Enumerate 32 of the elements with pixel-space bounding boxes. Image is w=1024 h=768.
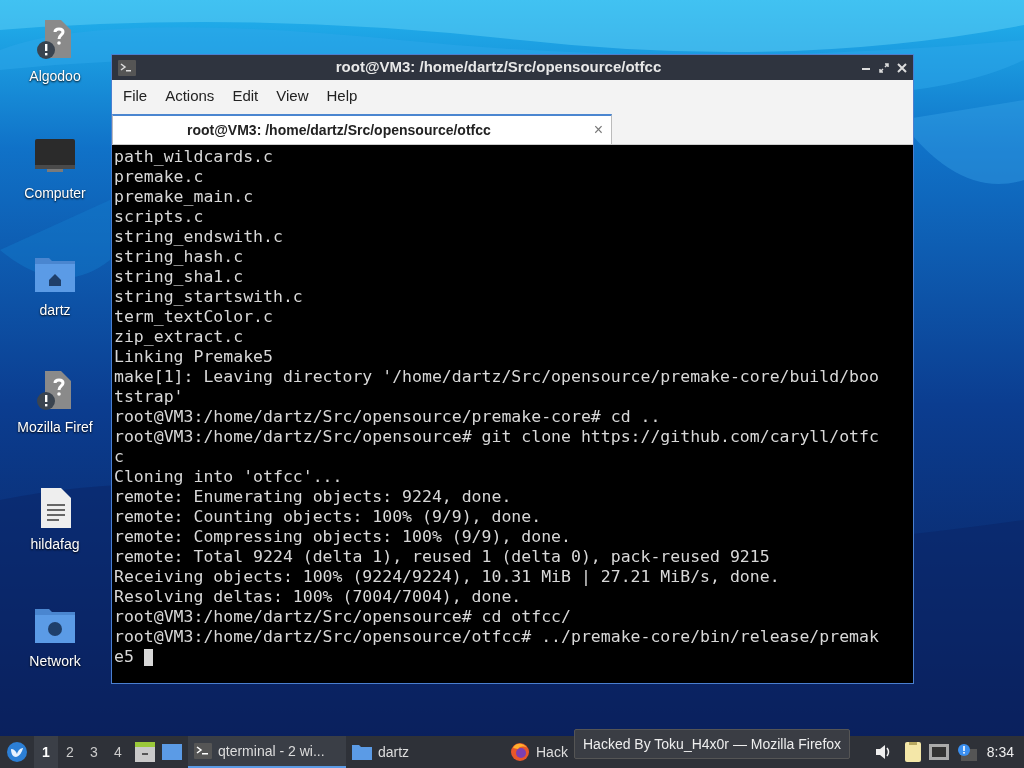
terminal-line: string_hash.c xyxy=(114,247,244,267)
terminal-line: string_startswith.c xyxy=(114,287,303,307)
terminal-line: tstrap' xyxy=(114,387,184,407)
terminal-line: remote: Total 9224 (delta 1), reused 1 (delta 0), pack-reused 9215 xyxy=(114,547,770,567)
terminal-line: term_textColor.c xyxy=(114,307,273,327)
terminal-line: scripts.c xyxy=(114,207,204,227)
terminal-line: Linking Premake5 xyxy=(114,347,273,367)
task-label: Hack xyxy=(536,742,568,762)
terminal-line: e5 xyxy=(114,647,135,667)
terminal-line: Resolving deltas: 100% (7004/7004), done. xyxy=(114,587,522,607)
window-title: root@VM3: /home/dartz/Src/opensource/otfcc xyxy=(334,57,663,78)
terminal-line: path_wildcards.c xyxy=(114,147,273,167)
terminal-line: root@VM3:/home/dartz/Src/opensource/otfcc# ../premake-core/bin/release/premak xyxy=(114,627,879,647)
terminal-line: Cloning into 'otfcc'... xyxy=(114,467,343,487)
tab-title: root@VM3: /home/dartz/Src/opensource/otfcc xyxy=(187,120,492,140)
terminal-line: c xyxy=(114,447,124,467)
terminal-line: premake.c xyxy=(114,167,204,187)
task-label: dartz xyxy=(378,742,410,762)
terminal-line: string_endswith.c xyxy=(114,227,283,247)
terminal-line: zip_extract.c xyxy=(114,327,244,347)
terminal-line: premake_main.c xyxy=(114,187,254,207)
terminal-line: root@VM3:/home/dartz/Src/opensource# cd otfcc/ xyxy=(114,607,571,627)
terminal-line: string_sha1.c xyxy=(114,267,244,287)
tooltip-text: Hacked By Toku_H4x0r — Mozilla Firefox xyxy=(583,734,842,754)
terminal-line: Receiving objects: 100% (9224/9224), 10.31 MiB | 27.21 MiB/s, done. xyxy=(114,567,780,587)
terminal-line: make[1]: Leaving directory '/home/dartz/Src/opensource/premake-core/build/boo xyxy=(114,367,879,387)
terminal-line: remote: Counting objects: 100% (9/9), done. xyxy=(114,507,542,527)
terminal-line: root@VM3:/home/dartz/Src/opensource# git clone https://github.com/caryll/otfc xyxy=(114,427,879,447)
terminal-line: root@VM3:/home/dartz/Src/opensource/premake-core# cd .. xyxy=(114,407,661,427)
terminal-line: remote: Enumerating objects: 9224, done. xyxy=(114,487,512,507)
terminal-line: remote: Compressing objects: 100% (9/9), done. xyxy=(114,527,571,547)
task-label: qterminal - 2 wi... xyxy=(218,741,325,761)
